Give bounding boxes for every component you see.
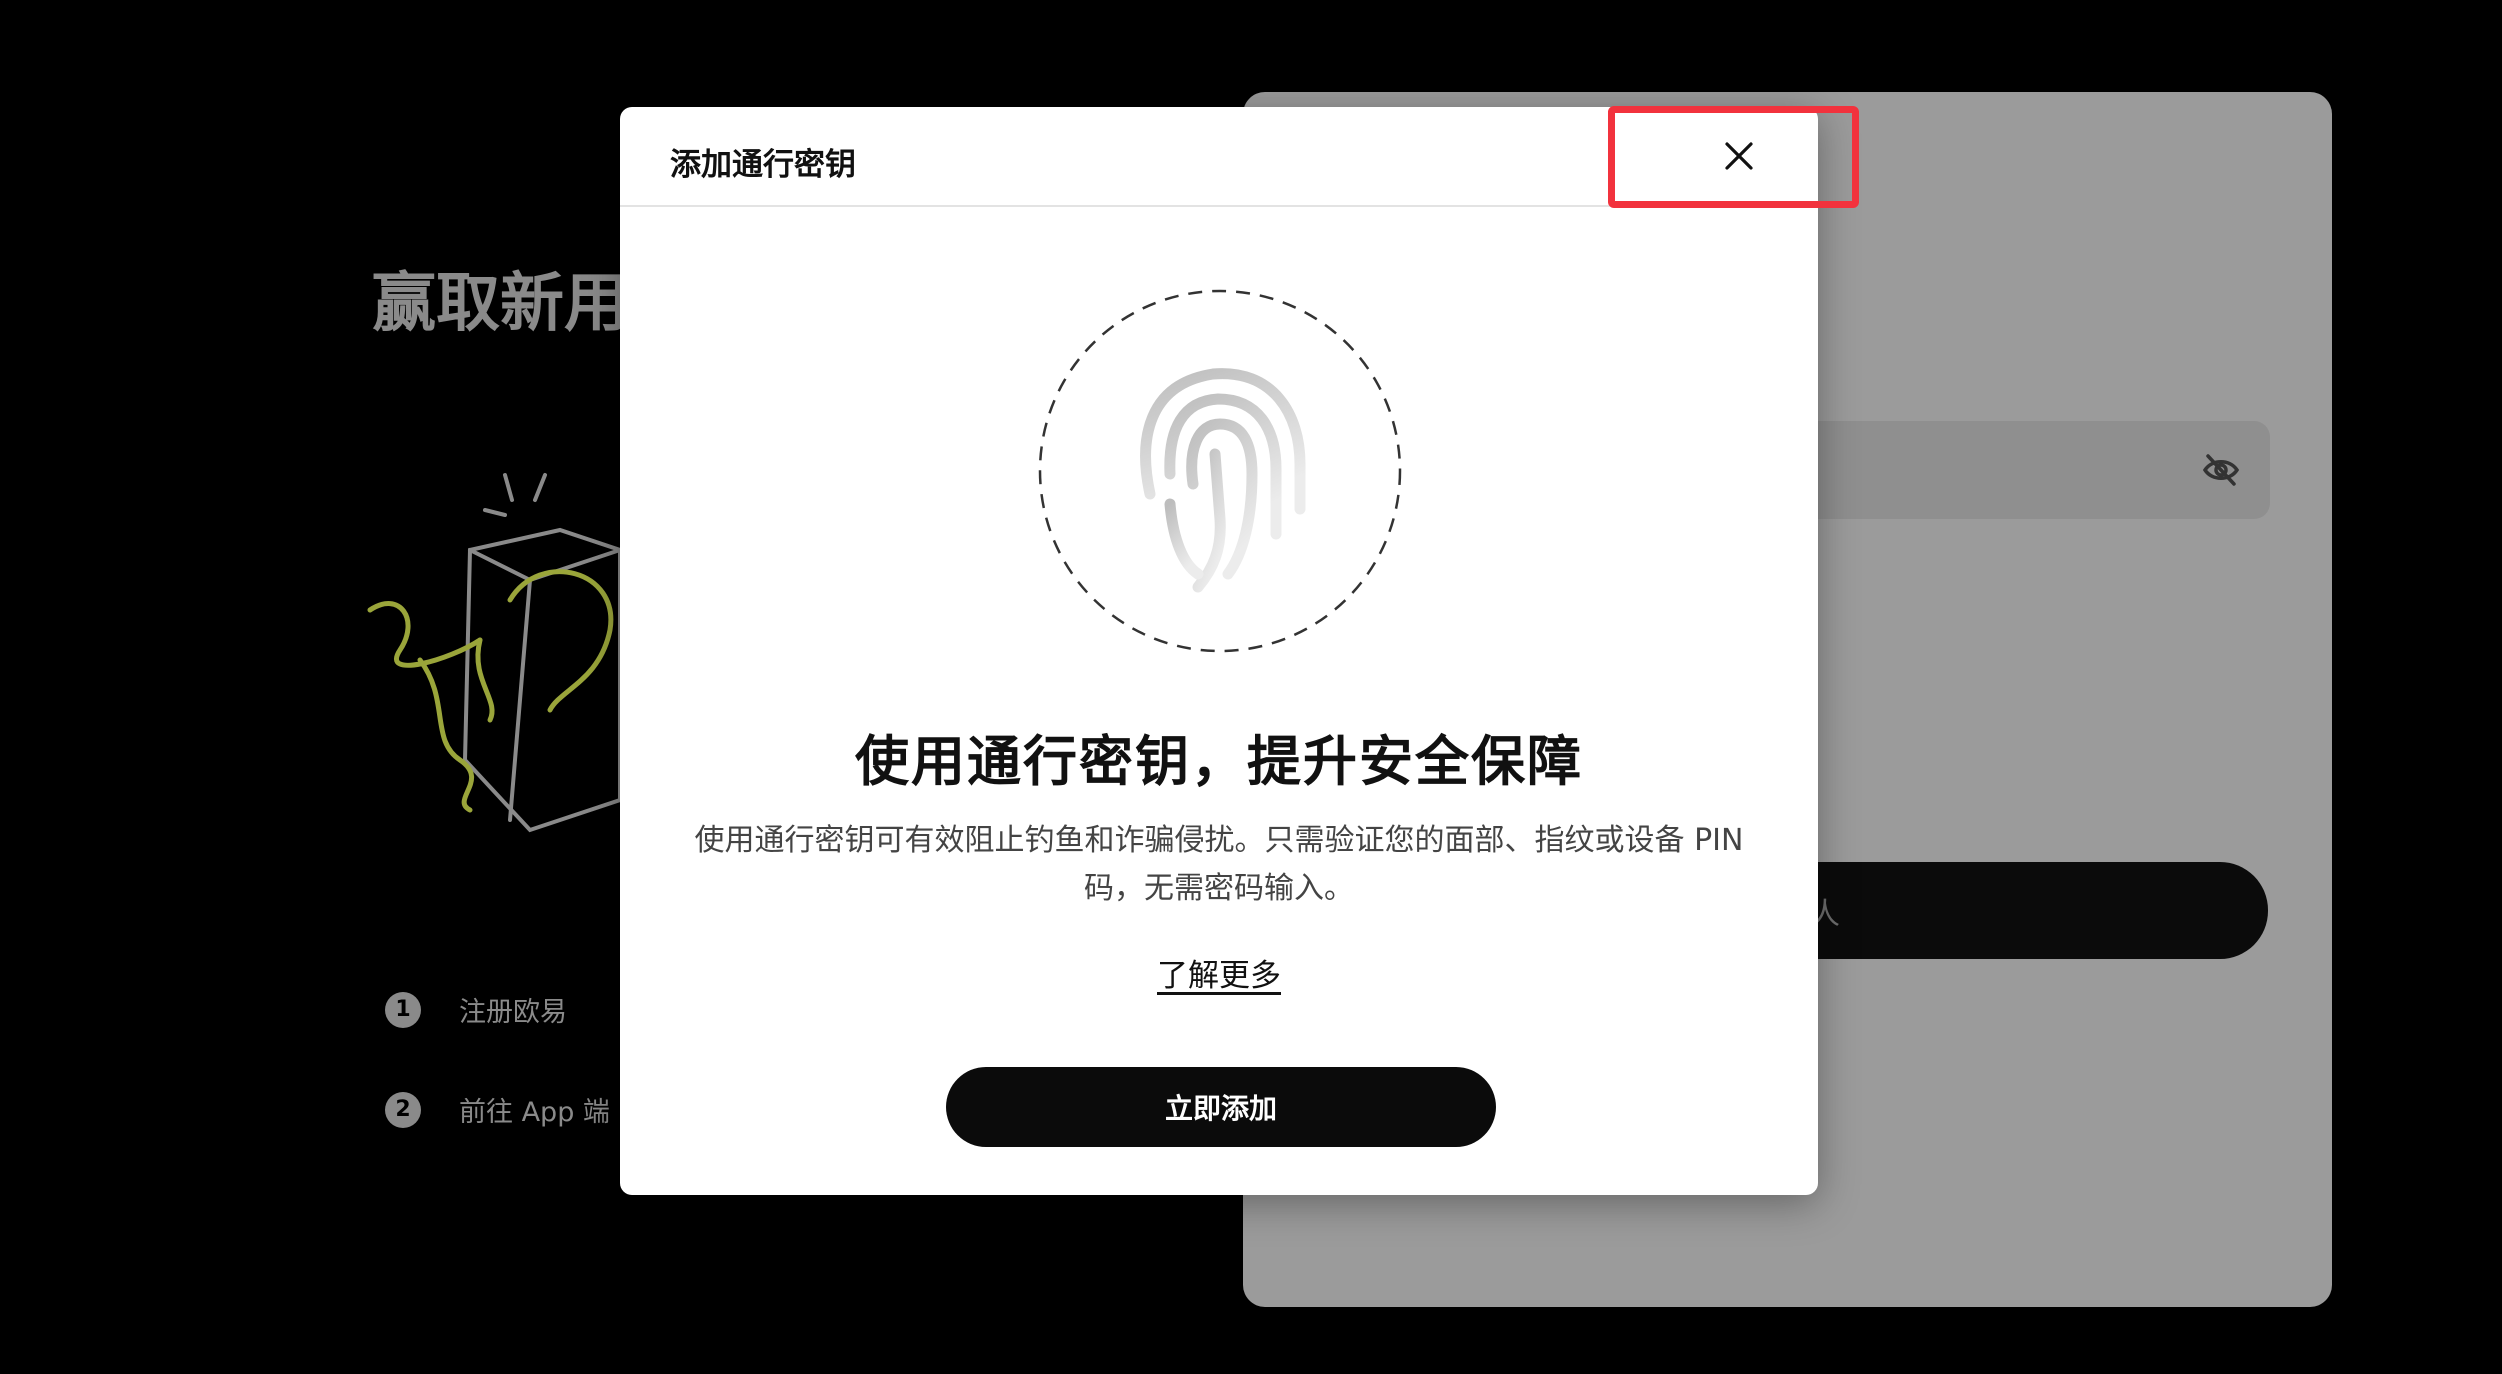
close-button[interactable] xyxy=(1710,127,1768,185)
step-register: 1 注册欧易 xyxy=(385,990,567,1029)
dialog-header: 添加通行密钥 xyxy=(620,107,1818,207)
fingerprint-icon xyxy=(1038,289,1402,653)
eye-off-icon[interactable] xyxy=(2202,453,2240,487)
learn-more-container: 了解更多 xyxy=(620,950,1818,995)
dialog-title: 添加通行密钥 xyxy=(670,147,856,183)
step-label: 注册欧易 xyxy=(459,997,567,1028)
step-go-to-app: 2 前往 App 端 xyxy=(385,1090,610,1129)
learn-more-link[interactable]: 了解更多 xyxy=(1157,958,1281,994)
dialog-heading: 使用通行密钥，提升安全保障 xyxy=(855,730,1583,793)
password-input[interactable] xyxy=(1760,421,2270,519)
step-label: 前往 App 端 xyxy=(459,1097,610,1128)
step-number: 1 xyxy=(385,991,421,1028)
page: 赢取新用 1 注册欧易 2 前往 App 端 人 添加通行密钥 使用通行密钥，提… xyxy=(0,0,2502,1374)
close-icon[interactable] xyxy=(1724,141,1754,171)
submit-button[interactable]: 人 xyxy=(1740,862,2268,959)
add-now-button[interactable]: 立即添加 xyxy=(946,1067,1496,1147)
promo-heading: 赢取新用 xyxy=(372,267,628,341)
dialog-description: 使用通行密钥可有效阻止钓鱼和诈骗侵扰。只需验证您的面部、指纹或设备 PIN 码，… xyxy=(694,823,1744,906)
add-passkey-dialog: 添加通行密钥 使用通行密钥，提升安全保障 使用通行密钥可有效阻止钓鱼和诈骗侵扰。… xyxy=(620,107,1818,1195)
step-number: 2 xyxy=(385,1091,421,1128)
gift-box-illustration xyxy=(367,473,622,833)
